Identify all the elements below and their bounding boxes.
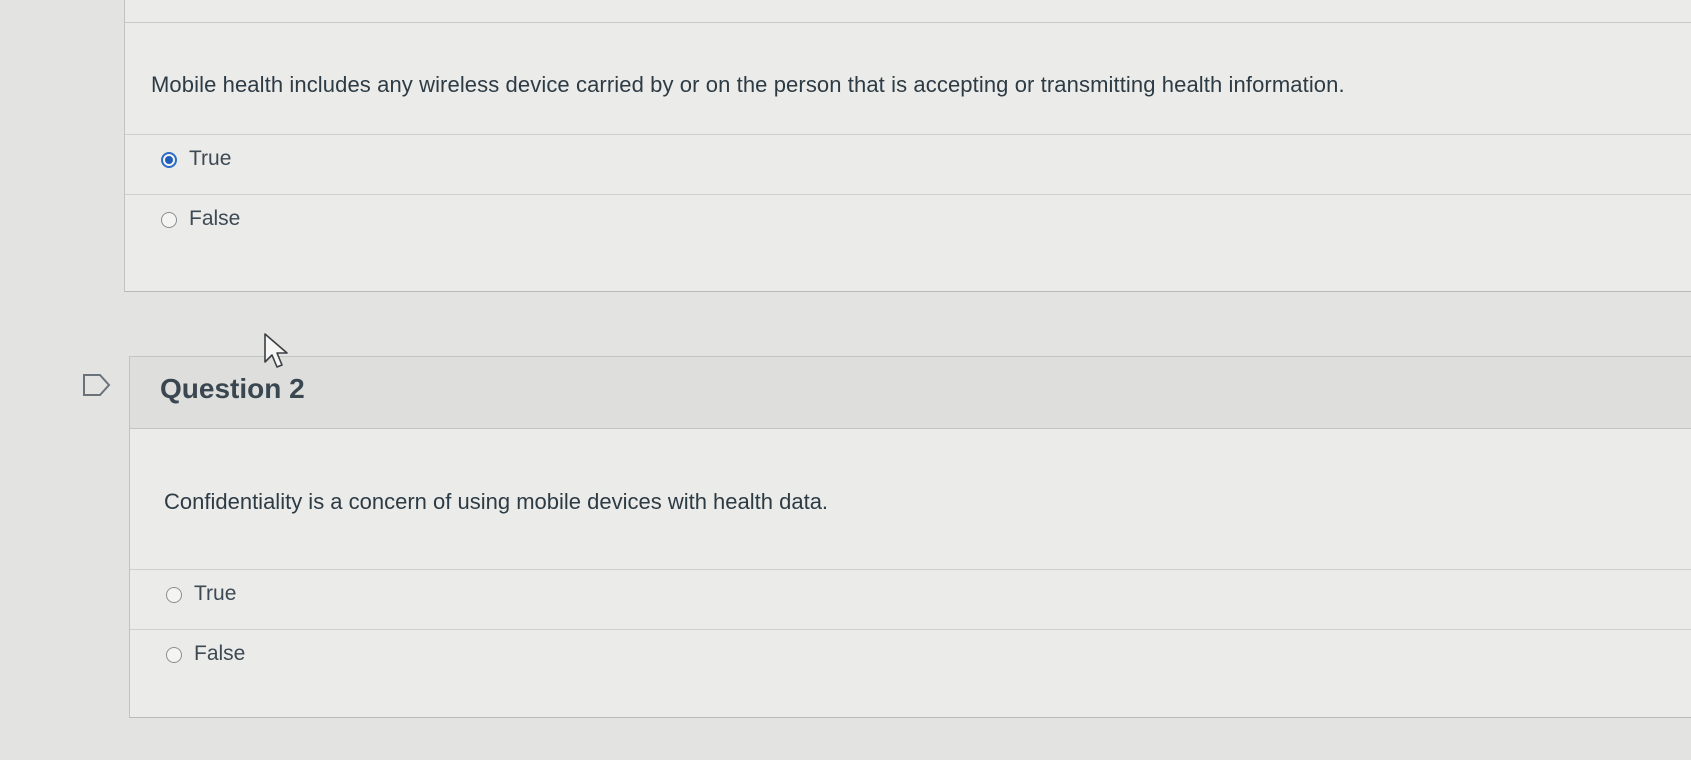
answer-option-true[interactable]: True: [125, 134, 1691, 194]
question-1-text: Mobile health includes any wireless devi…: [151, 72, 1345, 97]
question-title: Question 2: [160, 373, 305, 404]
question-body: Confidentiality is a concern of using mo…: [130, 429, 1691, 719]
answer-option-false[interactable]: False: [130, 629, 1691, 689]
answer-option-false[interactable]: False: [125, 194, 1691, 254]
flag-outline-icon[interactable]: [82, 372, 112, 398]
question-1-card: Mobile health includes any wireless devi…: [124, 0, 1691, 292]
card-divider: [125, 22, 1691, 23]
answer-label: False: [189, 207, 241, 230]
radio-unselected-icon[interactable]: [161, 212, 177, 228]
answer-label: False: [194, 642, 246, 665]
question-header: Question 2: [130, 357, 1691, 429]
mouse-pointer-icon: [264, 333, 288, 368]
answer-option-true[interactable]: True: [130, 569, 1691, 629]
question-1-answers: True False: [125, 134, 1691, 254]
question-2-card: Question 2 Confidentiality is a concern …: [129, 356, 1691, 718]
radio-unselected-icon[interactable]: [166, 587, 182, 603]
radio-unselected-icon[interactable]: [166, 647, 182, 663]
answer-label: True: [194, 582, 237, 605]
question-2-answers: True False: [130, 569, 1691, 689]
answer-label: True: [189, 147, 232, 170]
radio-selected-icon[interactable]: [161, 152, 177, 168]
question-2-text: Confidentiality is a concern of using mo…: [164, 489, 829, 514]
